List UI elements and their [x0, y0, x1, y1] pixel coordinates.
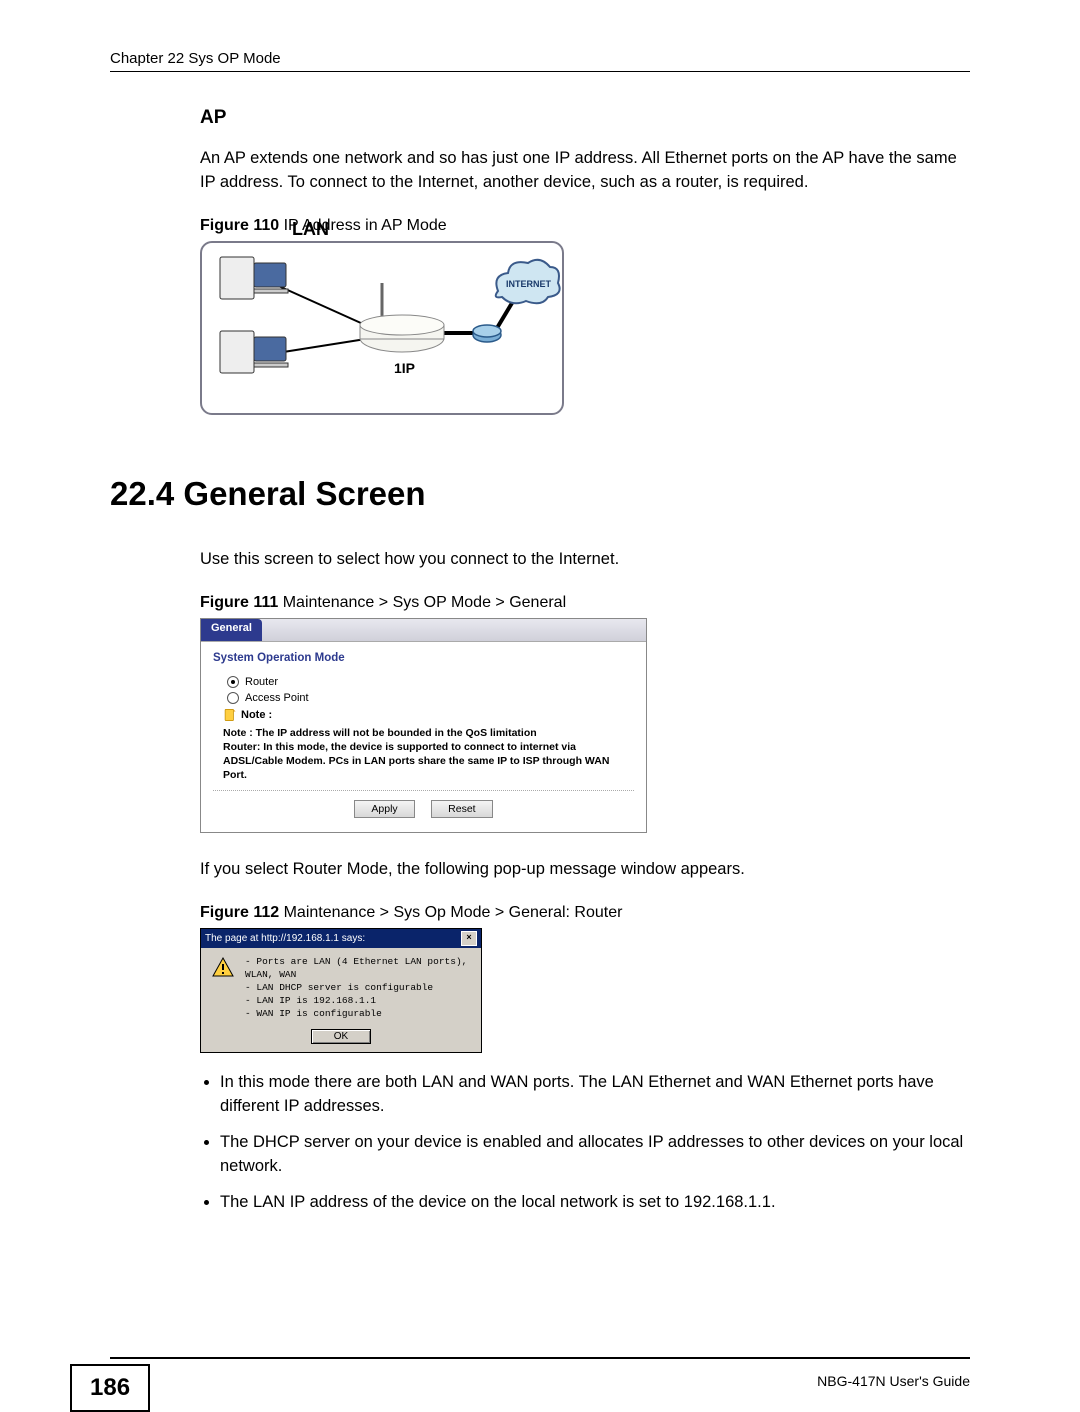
- ap-heading: AP: [200, 107, 970, 129]
- section-22-4-heading: 22.4 General Screen: [110, 475, 970, 513]
- radio-ap-label: Access Point: [245, 692, 309, 704]
- popup-title: The page at http://192.168.1.1 says:: [205, 933, 365, 944]
- close-icon[interactable]: ×: [461, 931, 477, 946]
- ip-label: 1IP: [394, 360, 415, 376]
- section-22-4-intro: Use this screen to select how you connec…: [200, 548, 970, 572]
- figure112-label-bold: Figure 112: [200, 904, 279, 921]
- page-header: Chapter 22 Sys OP Mode: [110, 50, 970, 72]
- figure111-screenshot: General System Operation Mode Router Acc…: [200, 618, 647, 834]
- button-row: Apply Reset: [213, 790, 634, 822]
- modem-icon: [473, 325, 501, 342]
- apply-button[interactable]: Apply: [354, 800, 414, 818]
- internet-label: INTERNET: [506, 279, 552, 289]
- bullet-list: In this mode there are both LAN and WAN …: [220, 1071, 970, 1215]
- figure112-caption: Figure 112 Maintenance > Sys Op Mode > G…: [200, 904, 970, 922]
- note-label: Note :: [241, 709, 272, 721]
- warning-icon: [211, 956, 235, 980]
- figure112-popup: The page at http://192.168.1.1 says: × P…: [200, 928, 482, 1053]
- bullet-0: In this mode there are both LAN and WAN …: [220, 1071, 970, 1119]
- ap-paragraph: An AP extends one network and so has jus…: [200, 147, 970, 195]
- lan-label: LAN: [292, 219, 329, 239]
- router-icon: [360, 283, 444, 352]
- figure112-label-rest: Maintenance > Sys Op Mode > General: Rou…: [279, 904, 622, 921]
- tabs-row: General: [201, 619, 646, 642]
- computer-icon-1: [220, 257, 288, 299]
- radio-router-label: Router: [245, 676, 278, 688]
- tab-general[interactable]: General: [201, 619, 262, 641]
- popup-line-3: WAN IP is configurable: [245, 1008, 471, 1021]
- guide-name: NBG-417N User's Guide: [817, 1373, 970, 1389]
- popup-line-1: LAN DHCP server is configurable: [245, 982, 471, 995]
- figure111-label-bold: Figure 111: [200, 594, 278, 611]
- note-icon: [223, 708, 237, 722]
- radio-ap-row[interactable]: Access Point: [227, 692, 634, 704]
- bullet-2: The LAN IP address of the device on the …: [220, 1191, 970, 1215]
- figure111-label-rest: Maintenance > Sys OP Mode > General: [278, 594, 566, 611]
- ok-button[interactable]: OK: [311, 1029, 371, 1044]
- reset-button[interactable]: Reset: [431, 800, 492, 818]
- popup-line-0: Ports are LAN (4 Ethernet LAN ports), WL…: [245, 956, 471, 982]
- note-row: Note :: [223, 708, 634, 722]
- popup-line-2: LAN IP is 192.168.1.1: [245, 995, 471, 1008]
- note-text-1: Note : The IP address will not be bounde…: [223, 726, 634, 740]
- page-footer: 186 NBG-417N User's Guide: [110, 1357, 970, 1359]
- after-fig111-text: If you select Router Mode, the following…: [200, 858, 970, 882]
- figure111-caption: Figure 111 Maintenance > Sys OP Mode > G…: [200, 594, 970, 612]
- popup-message-list: Ports are LAN (4 Ethernet LAN ports), WL…: [245, 956, 471, 1020]
- popup-titlebar: The page at http://192.168.1.1 says: ×: [201, 929, 481, 948]
- figure110-diagram: LAN 1I: [200, 241, 564, 415]
- internet-cloud-icon: INTERNET: [496, 260, 560, 303]
- page-number: 186: [70, 1364, 150, 1412]
- radio-ap-dot[interactable]: [227, 692, 239, 704]
- bullet-1: The DHCP server on your device is enable…: [220, 1131, 970, 1179]
- radio-router-row[interactable]: Router: [227, 676, 634, 688]
- system-operation-mode-title: System Operation Mode: [213, 652, 634, 664]
- radio-router-dot[interactable]: [227, 676, 239, 688]
- note-text-2: Router: In this mode, the device is supp…: [223, 740, 634, 783]
- computer-icon-2: [220, 331, 288, 373]
